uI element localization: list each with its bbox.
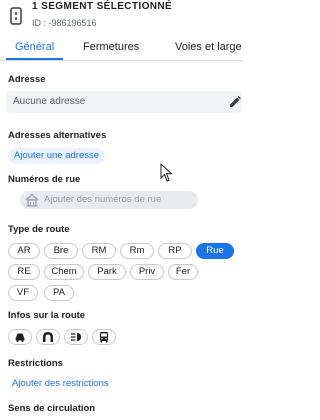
active-tab-indicator [6,58,63,60]
car-icon [15,333,25,342]
tunnel-icon [43,332,53,342]
address-label: Adresse [8,74,46,85]
road-type-chip-chem[interactable]: Chem [44,264,84,280]
tab-general[interactable]: Général [15,41,54,53]
street-numbers-label: Numéros de rue [8,174,81,185]
add-street-numbers-label: Ajouter des numéros de rue [44,194,162,205]
address-value: Aucune adresse [13,96,86,107]
mouse-cursor-icon [160,163,173,182]
road-type-chip-rue[interactable]: Rue [196,243,234,259]
segment-id: ID : -986196516 [32,18,97,28]
pencil-icon[interactable] [229,96,241,108]
road-info-headlights-button[interactable] [64,329,88,345]
road-type-chip-re[interactable]: RE [8,264,40,280]
road-type-chip-ar[interactable]: AR [8,243,40,259]
road-info-label: Infos sur la route [8,310,86,321]
road-type-chip-pa[interactable]: PA [44,285,74,301]
road-type-chip-vf[interactable]: VF [8,285,38,301]
road-info-tunnel-button[interactable] [36,329,60,345]
address-field[interactable]: Aucune adresse [6,91,242,113]
house-numbers-icon [25,193,39,207]
add-restrictions-link[interactable]: Ajouter des restrictions [12,378,109,389]
tab-bar: Général Fermetures Voies et large [0,37,243,61]
tab-lanes[interactable]: Voies et large [175,41,242,53]
direction-label: Sens de circulation [8,403,96,414]
road-type-chip-park[interactable]: Park [88,264,126,280]
road-info-bus-button[interactable] [92,329,116,345]
road-type-label: Type de route [8,224,70,235]
headlights-icon [71,333,81,341]
bus-icon [100,332,108,343]
segment-icon [10,7,22,25]
road-type-chip-rm[interactable]: RM [82,243,116,259]
road-type-chip-priv[interactable]: Priv [130,264,164,280]
road-info-car-button[interactable] [8,329,32,345]
road-type-chip-rp[interactable]: RP [158,243,192,259]
panel-header: 1 SEGMENT SÉLECTIONNÉ ID : -986196516 [0,0,243,34]
restrictions-label: Restrictions [8,358,63,369]
tab-closures[interactable]: Fermetures [83,41,139,53]
add-street-numbers-button[interactable]: Ajouter des numéros de rue [20,191,198,209]
alt-addresses-label: Adresses alternatives [8,130,107,141]
road-type-chip-fer[interactable]: Fer [168,264,198,280]
panel-title: 1 SEGMENT SÉLECTIONNÉ [32,1,173,12]
road-type-chip-rm-small[interactable]: Rm [120,243,154,259]
add-address-button[interactable]: Ajouter une adresse [8,148,106,164]
road-type-chip-bre[interactable]: Bre [44,243,78,259]
